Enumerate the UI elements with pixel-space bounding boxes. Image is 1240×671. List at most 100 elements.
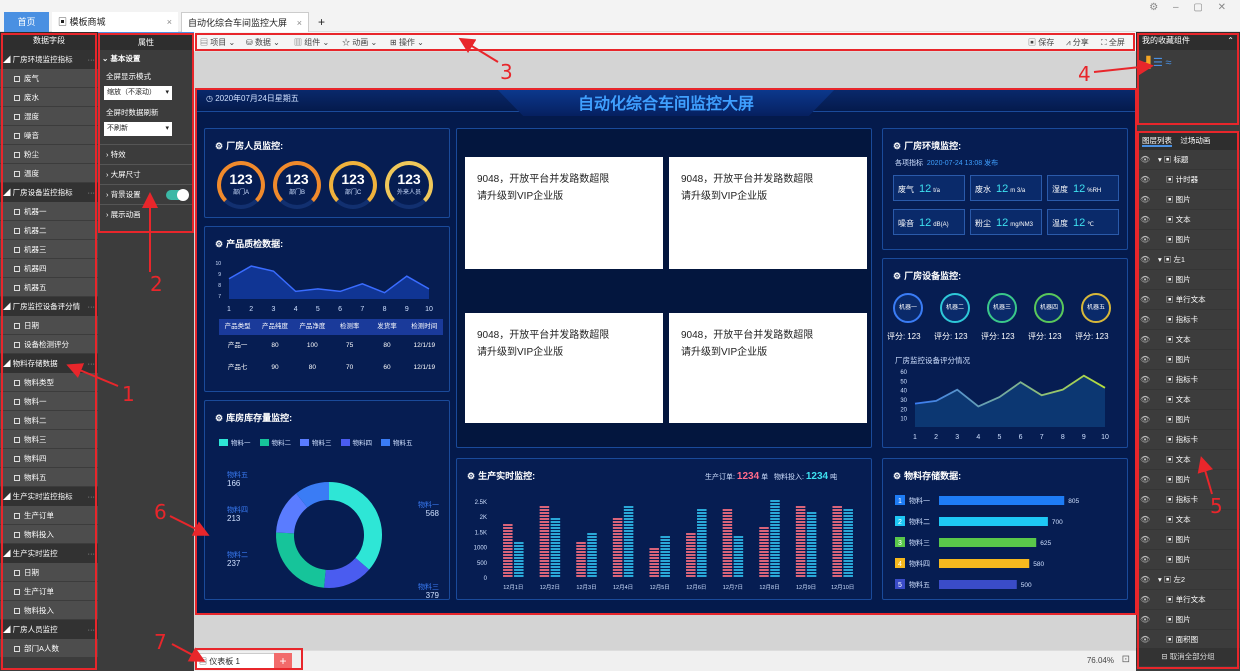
eye-icon[interactable]: 👁: [1140, 170, 1150, 190]
field-item[interactable]: 物料类型: [0, 373, 98, 392]
field-item[interactable]: 日期: [0, 563, 98, 582]
background-section[interactable]: › 背景设置: [98, 185, 194, 205]
tab-dashboard[interactable]: 自动化综合车间监控大屏 ×: [181, 12, 309, 32]
eye-icon[interactable]: 👁: [1140, 490, 1150, 510]
field-item[interactable]: 物料投入: [0, 525, 98, 544]
refresh-select[interactable]: 不刷新 ▾: [104, 122, 172, 136]
layer-item[interactable]: 👁 ▣ 图片: [1136, 530, 1240, 550]
field-item[interactable]: 物料二: [0, 411, 98, 430]
hbar-chart-icon[interactable]: ☰: [1153, 57, 1163, 69]
layer-item[interactable]: 👁 ▣ 指标卡: [1136, 490, 1240, 510]
effects-section[interactable]: › 特效: [98, 145, 194, 165]
favorites-header[interactable]: 我的收藏组件 ⌃: [1136, 32, 1240, 50]
eye-icon[interactable]: 👁: [1140, 190, 1150, 210]
field-item[interactable]: 机器三: [0, 240, 98, 259]
more-icon[interactable]: ···: [88, 50, 96, 69]
eye-icon[interactable]: 👁: [1140, 330, 1150, 350]
field-group[interactable]: ◢ 生产实时监控 ···: [0, 544, 98, 563]
layer-item[interactable]: 👁 ▣ 计时器: [1136, 170, 1240, 190]
fullscreen-button[interactable]: ⛶ 全屏: [1101, 37, 1125, 48]
more-icon[interactable]: ···: [88, 620, 96, 639]
add-sheet-button[interactable]: +: [274, 653, 292, 670]
fullscreen-mode-select[interactable]: 缩放（不滚动） ▾: [104, 86, 172, 100]
field-item[interactable]: 日期: [0, 316, 98, 335]
share-button[interactable]: ⩘ 分享: [1066, 37, 1089, 48]
field-item[interactable]: 物料三: [0, 430, 98, 449]
eye-icon[interactable]: 👁: [1140, 430, 1150, 450]
eye-icon[interactable]: 👁: [1140, 210, 1150, 230]
layer-item[interactable]: 👁 ▣ 图片: [1136, 230, 1240, 250]
ungroup-all-button[interactable]: ⊟ 取消全部分组: [1136, 648, 1240, 666]
eye-icon[interactable]: 👁: [1140, 250, 1150, 270]
field-group[interactable]: ◢ 厂房人员监控 ···: [0, 620, 98, 639]
eye-icon[interactable]: 👁: [1140, 310, 1150, 330]
layer-item[interactable]: 👁 ▣ 图片: [1136, 550, 1240, 570]
bar-chart-icon[interactable]: ▟: [1142, 57, 1150, 69]
eye-icon[interactable]: 👁: [1140, 610, 1150, 630]
layer-item[interactable]: 👁 ▣ 图片: [1136, 190, 1240, 210]
field-item[interactable]: 物料投入: [0, 601, 98, 620]
basic-settings[interactable]: ⌄ 基本设置: [98, 50, 194, 68]
field-item[interactable]: 噪音: [0, 126, 98, 145]
layer-item[interactable]: 👁 ▣ 单行文本: [1136, 290, 1240, 310]
window-controls[interactable]: ⚙ – ▢ ✕: [1149, 2, 1232, 13]
operation-menu[interactable]: ⊞ 操作 ⌄: [390, 37, 424, 48]
field-item[interactable]: 生产订单: [0, 506, 98, 525]
field-group[interactable]: ◢ 生产实时监控指标 ···: [0, 487, 98, 506]
materials-panel[interactable]: ⚙ 物料存储数据: 1 物料一 805 2 物料二 700 3 物料三 625 4 物料四 580 5 物料…: [882, 458, 1128, 600]
more-icon[interactable]: ···: [88, 544, 96, 563]
field-item[interactable]: 机器一: [0, 202, 98, 221]
more-icon[interactable]: ···: [88, 354, 96, 373]
layer-group[interactable]: 👁 ▾ ▣ 左1: [1136, 250, 1240, 270]
field-item[interactable]: 部门A人数: [0, 639, 98, 658]
eye-icon[interactable]: 👁: [1140, 510, 1150, 530]
eye-icon[interactable]: 👁: [1140, 230, 1150, 250]
layer-item[interactable]: 👁 ▣ 图片: [1136, 410, 1240, 430]
layer-item[interactable]: 👁 ▣ 图片: [1136, 610, 1240, 630]
field-group[interactable]: ◢ 厂房设备监控指标 ···: [0, 183, 98, 202]
background-toggle[interactable]: [166, 189, 189, 201]
layer-item[interactable]: 👁 ▣ 图片: [1136, 270, 1240, 290]
field-item[interactable]: 废水: [0, 88, 98, 107]
animation-menu[interactable]: ☆ 动画 ⌄: [342, 37, 377, 48]
field-item[interactable]: 物料四: [0, 449, 98, 468]
eye-icon[interactable]: 👁: [1140, 590, 1150, 610]
more-icon[interactable]: ···: [88, 487, 96, 506]
environment-panel[interactable]: ⚙ 厂房环境监控: 各项指标 2020-07-24 13:08 发布 废气 12 t/…: [882, 128, 1128, 250]
personnel-panel[interactable]: ⚙ 厂房人员监控: 123 部门A 123 部门B 123 部门C 123 外来人员: [204, 128, 450, 218]
field-group[interactable]: ◢ 厂房环境监控指标 ···: [0, 50, 98, 69]
layer-item[interactable]: 👁 ▣ 文本: [1136, 390, 1240, 410]
inventory-panel[interactable]: ⚙ 库房库存量监控: 物料一 物料二 物料三 物料四 物料五 物料五 166 物料四 213 物料…: [204, 400, 450, 600]
field-item[interactable]: 粉尘: [0, 145, 98, 164]
layer-group[interactable]: 👁 ▾ ▣ 左2: [1136, 570, 1240, 590]
eye-icon[interactable]: 👁: [1140, 630, 1150, 648]
field-item[interactable]: 物料一: [0, 392, 98, 411]
eye-icon[interactable]: 👁: [1140, 150, 1150, 170]
field-item[interactable]: 机器二: [0, 221, 98, 240]
layer-item[interactable]: 👁 ▣ 指标卡: [1136, 310, 1240, 330]
quality-panel[interactable]: ⚙ 产品质检数据: 1 2 3 4 5 6 7 8 9 10 10 9 8 7 产品类型 产品纯度 产品净度 检测…: [204, 226, 450, 392]
eye-icon[interactable]: 👁: [1140, 570, 1150, 590]
close-icon[interactable]: ×: [297, 13, 302, 33]
eye-icon[interactable]: 👁: [1140, 370, 1150, 390]
tab-template-store[interactable]: ▣ 模板商城 ×: [52, 12, 178, 32]
save-button[interactable]: ▣ 保存: [1028, 37, 1054, 48]
eye-icon[interactable]: 👁: [1140, 290, 1150, 310]
production-panel[interactable]: ⚙ 生产实时监控: 生产订单: 1234 单 物料投入: 1234 吨 2.5K 2…: [456, 458, 872, 600]
eye-icon[interactable]: 👁: [1140, 470, 1150, 490]
layer-group[interactable]: 👁 ▾ ▣ 标题: [1136, 150, 1240, 170]
more-icon[interactable]: ···: [88, 183, 96, 202]
layer-item[interactable]: 👁 ▣ 单行文本: [1136, 590, 1240, 610]
dashboard-screen[interactable]: ◷ 2020年07月24日星期五 自动化综合车间监控大屏 ⚙ 厂房人员监控: 12…: [196, 88, 1136, 615]
field-item[interactable]: 机器五: [0, 278, 98, 297]
layer-item[interactable]: 👁 ▣ 指标卡: [1136, 430, 1240, 450]
field-item[interactable]: 物料五: [0, 468, 98, 487]
screen-size-section[interactable]: › 大屏尺寸: [98, 165, 194, 185]
equipment-panel[interactable]: ⚙ 厂房设备监控: 机器一 评分: 123 机器二 评分: 123 机器三 评分: 123 机器四评…: [882, 258, 1128, 448]
field-item[interactable]: 废气: [0, 69, 98, 88]
eye-icon[interactable]: 👁: [1140, 410, 1150, 430]
field-item[interactable]: 设备检测评分: [0, 335, 98, 354]
field-group[interactable]: ◢ 厂房监控设备评分情 ···: [0, 297, 98, 316]
eye-icon[interactable]: 👁: [1140, 350, 1150, 370]
tab-layers[interactable]: 图层列表: [1142, 136, 1172, 147]
